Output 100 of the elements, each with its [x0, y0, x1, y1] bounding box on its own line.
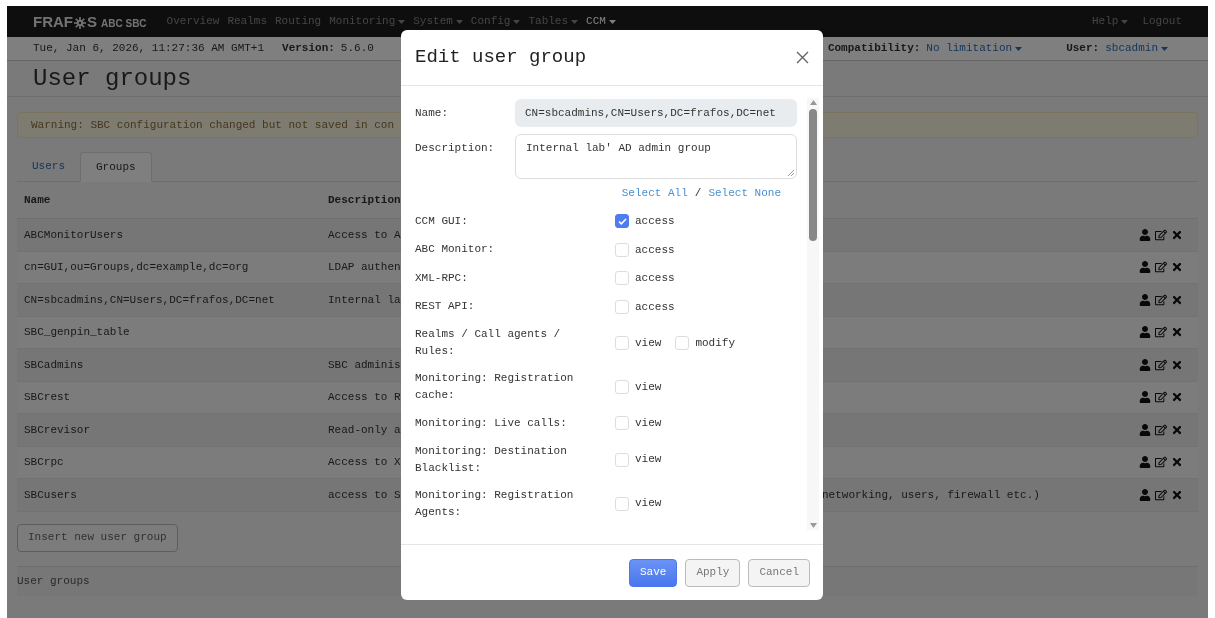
permission-label: ABC Monitor: [415, 242, 496, 258]
date-time: Tue, Jan 6, 2026, 11:27:36 AM GMT+1 [33, 41, 265, 57]
table-cell: Access to A [328, 228, 401, 241]
user-icon[interactable] [1139, 326, 1151, 339]
edit-icon[interactable] [1155, 456, 1167, 469]
table-cell: SBC adminis [328, 358, 401, 371]
resize-handle-icon [788, 170, 794, 176]
user-dropdown[interactable]: sbcadmin [1105, 40, 1168, 57]
edit-icon[interactable] [1155, 326, 1167, 339]
table-cell-text: networking, users, firewall etc.) [822, 487, 1040, 503]
checkbox[interactable] [615, 214, 629, 229]
delete-icon[interactable] [1171, 488, 1183, 501]
permission-label: XML-RPC: [415, 270, 469, 286]
scroll-up-icon [809, 100, 817, 105]
caret-icon [455, 19, 463, 24]
column-header: Name [24, 192, 52, 208]
caret-icon [398, 19, 406, 24]
checkbox-label: access [635, 299, 675, 315]
delete-icon[interactable] [1171, 456, 1183, 469]
permission-label: REST API: [415, 299, 476, 315]
user-icon[interactable] [1139, 261, 1151, 274]
table-cell: Access to R [328, 391, 401, 403]
separator: / [694, 185, 702, 201]
permission-label: Realms / Call agents / Rules: [415, 327, 562, 359]
permission-label: Monitoring: Destination Blacklist: [415, 443, 568, 476]
logo-text: FRAF [33, 14, 73, 29]
compatibility-dropdown[interactable]: No limitation [926, 40, 1023, 57]
edit-icon[interactable] [1155, 423, 1167, 436]
dialog-button[interactable]: Cancel [748, 558, 810, 587]
dialog-button[interactable]: Apply [685, 558, 741, 587]
compatibility-label: Compatibility: [827, 41, 921, 57]
caret-icon [1015, 46, 1023, 51]
edit-icon[interactable] [1155, 261, 1167, 274]
page-title: User groups [33, 63, 192, 94]
delete-icon[interactable] [1171, 326, 1183, 339]
select-none-link[interactable]: Select None [708, 184, 781, 202]
logo-subtitle: ABC SBC [101, 19, 147, 29]
column-header: Description [328, 192, 401, 208]
table-cell: Access to X [328, 456, 401, 468]
user-icon[interactable] [1139, 488, 1151, 501]
user-icon[interactable] [1139, 293, 1151, 306]
checkbox-label: access [635, 271, 675, 286]
tab[interactable]: Users [17, 151, 80, 181]
table-cell-text: CN=sbcadmins,CN=Users,DC=frafos,DC=net [24, 292, 276, 308]
delete-icon[interactable] [1171, 391, 1183, 404]
caret-icon [571, 19, 579, 24]
delete-icon[interactable] [1171, 228, 1183, 241]
checkbox-label: view [635, 496, 662, 512]
caret-icon [608, 19, 616, 24]
edit-icon[interactable] [1155, 488, 1167, 501]
delete-icon[interactable] [1171, 358, 1183, 371]
nav-menu-item[interactable]: CCM [586, 13, 616, 30]
gear-icon [74, 17, 86, 29]
close-icon[interactable] [796, 51, 809, 64]
table-cell: access to S [328, 488, 401, 501]
logo-text: S [87, 14, 97, 29]
table-cell-text: SBCrevisor [24, 422, 91, 438]
caret-icon [1121, 19, 1129, 24]
description-field[interactable]: Internal lab' AD admin group [515, 134, 797, 179]
version-value: 5.6.0 [340, 41, 374, 57]
table-cell: LDAP authen [328, 261, 401, 273]
delete-icon[interactable] [1171, 293, 1183, 306]
user-icon[interactable] [1139, 358, 1151, 371]
scroll-down-icon [809, 523, 817, 528]
dialog-button[interactable]: Save [628, 558, 678, 587]
caret-icon [513, 19, 521, 24]
caret-icon [1161, 46, 1168, 51]
table-cell-text: cn=GUI,ou=Groups,dc=example,dc=org [24, 260, 250, 275]
name-field[interactable]: CN=sbcadmins,CN=Users,DC=frafos,DC=net [515, 99, 797, 127]
user-icon[interactable] [1139, 423, 1151, 436]
permission-label: Monitoring: Registration cache: [415, 371, 575, 403]
edit-icon[interactable] [1155, 228, 1167, 241]
permission-label: Monitoring: Live calls: [415, 415, 568, 431]
table-cell-text: SBCrest [24, 390, 72, 405]
edit-icon[interactable] [1155, 391, 1167, 404]
user-label: User: [1066, 41, 1100, 57]
checkbox-label: view [635, 416, 662, 431]
delete-icon[interactable] [1171, 423, 1183, 436]
table-cell: Internal la [328, 293, 401, 306]
checkbox-label: access [635, 214, 675, 229]
delete-icon[interactable] [1171, 261, 1183, 274]
tab[interactable]: Groups [80, 152, 152, 182]
insert-group-button[interactable]: Insert new user group [17, 523, 178, 552]
edit-icon[interactable] [1155, 293, 1167, 306]
user-icon[interactable] [1139, 456, 1151, 469]
checkbox-label: view [635, 379, 662, 395]
version-label: Version: [282, 41, 335, 57]
table-cell: Read-only a [328, 423, 401, 436]
table-cell-text: SBCrpc [24, 455, 65, 470]
table-cell-text: ABCMonitorUsers [24, 227, 125, 243]
dialog-title: Edit user group [415, 45, 588, 71]
select-all-link[interactable]: Select All [621, 184, 688, 202]
permission-label: CCM GUI: [415, 213, 469, 229]
table-cell-text: SBC_genpin_table [24, 325, 131, 340]
user-icon[interactable] [1139, 228, 1151, 241]
edit-icon[interactable] [1155, 358, 1167, 371]
permission-label: Monitoring: Registration Agents: [415, 487, 575, 520]
table-cell-text: SBCusers [24, 487, 78, 503]
checkbox-label: access [635, 242, 675, 258]
user-icon[interactable] [1139, 391, 1151, 404]
